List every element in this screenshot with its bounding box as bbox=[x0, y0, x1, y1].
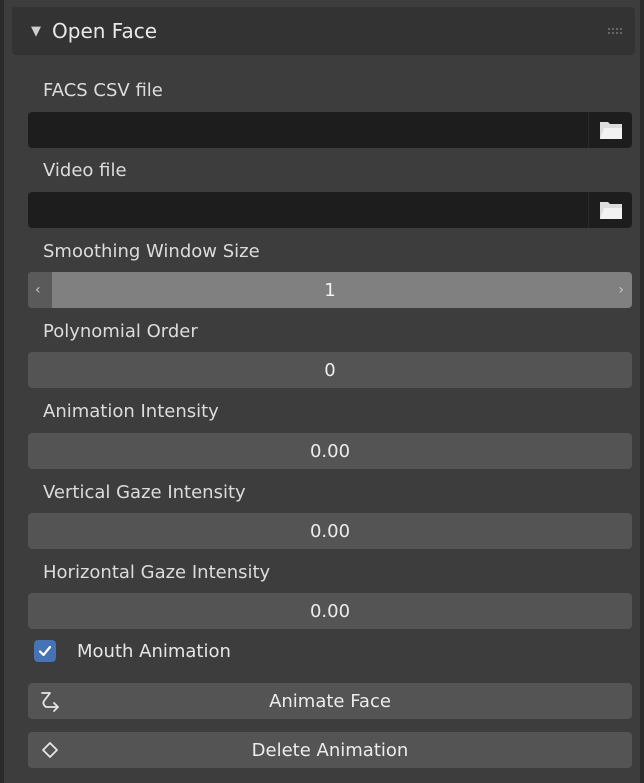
vertical-gaze-label: Vertical Gaze Intensity bbox=[43, 482, 246, 503]
keyframe-diamond-icon bbox=[42, 742, 58, 758]
collapse-triangle-icon[interactable]: ▼ bbox=[31, 24, 41, 39]
facs-csv-label: FACS CSV file bbox=[43, 80, 163, 101]
facs-csv-input[interactable] bbox=[28, 112, 588, 148]
panel-title: Open Face bbox=[52, 19, 157, 43]
mouth-animation-label: Mouth Animation bbox=[77, 640, 231, 662]
video-file-browse-button[interactable] bbox=[588, 192, 632, 228]
mouth-animation-checkbox[interactable] bbox=[34, 640, 56, 662]
vertical-gaze-field[interactable]: 0.00 bbox=[28, 513, 632, 549]
panel-header[interactable]: ▼ Open Face bbox=[12, 7, 635, 55]
decrement-arrow-icon[interactable]: ‹ bbox=[35, 272, 41, 308]
folder-icon bbox=[599, 122, 622, 139]
video-file-label: Video file bbox=[43, 160, 127, 181]
smoothing-window-label: Smoothing Window Size bbox=[43, 241, 260, 262]
animation-intensity-field[interactable]: 0.00 bbox=[28, 433, 632, 469]
drag-grip-icon[interactable] bbox=[607, 27, 623, 35]
open-face-panel: ▼ Open Face FACS CSV file Video file Smo… bbox=[3, 0, 641, 783]
increment-arrow-icon[interactable]: › bbox=[618, 272, 624, 308]
mouth-animation-row[interactable]: Mouth Animation bbox=[34, 636, 231, 666]
horizontal-gaze-value: 0.00 bbox=[309, 600, 351, 622]
polynomial-order-value: 0 bbox=[324, 359, 336, 381]
video-file-input[interactable] bbox=[28, 192, 588, 228]
facs-csv-browse-button[interactable] bbox=[588, 112, 632, 148]
animate-face-label: Animate Face bbox=[269, 690, 391, 712]
folder-icon bbox=[599, 202, 622, 219]
horizontal-gaze-field[interactable]: 0.00 bbox=[28, 593, 632, 629]
horizontal-gaze-label: Horizontal Gaze Intensity bbox=[43, 562, 271, 583]
animate-face-button[interactable]: Animate Face bbox=[28, 683, 632, 719]
delete-animation-label: Delete Animation bbox=[251, 739, 409, 761]
delete-animation-button[interactable]: Delete Animation bbox=[28, 732, 632, 768]
checkmark-icon bbox=[38, 645, 52, 657]
polynomial-order-label: Polynomial Order bbox=[43, 321, 198, 342]
smoothing-window-value: 1 bbox=[324, 279, 336, 301]
animate-arrow-icon bbox=[41, 692, 59, 712]
animation-intensity-label: Animation Intensity bbox=[43, 401, 219, 422]
polynomial-order-field[interactable]: 0 bbox=[28, 352, 632, 388]
animation-intensity-value: 0.00 bbox=[309, 440, 351, 462]
vertical-gaze-value: 0.00 bbox=[309, 520, 351, 542]
smoothing-window-slider[interactable]: ‹ 1 › bbox=[28, 272, 632, 308]
